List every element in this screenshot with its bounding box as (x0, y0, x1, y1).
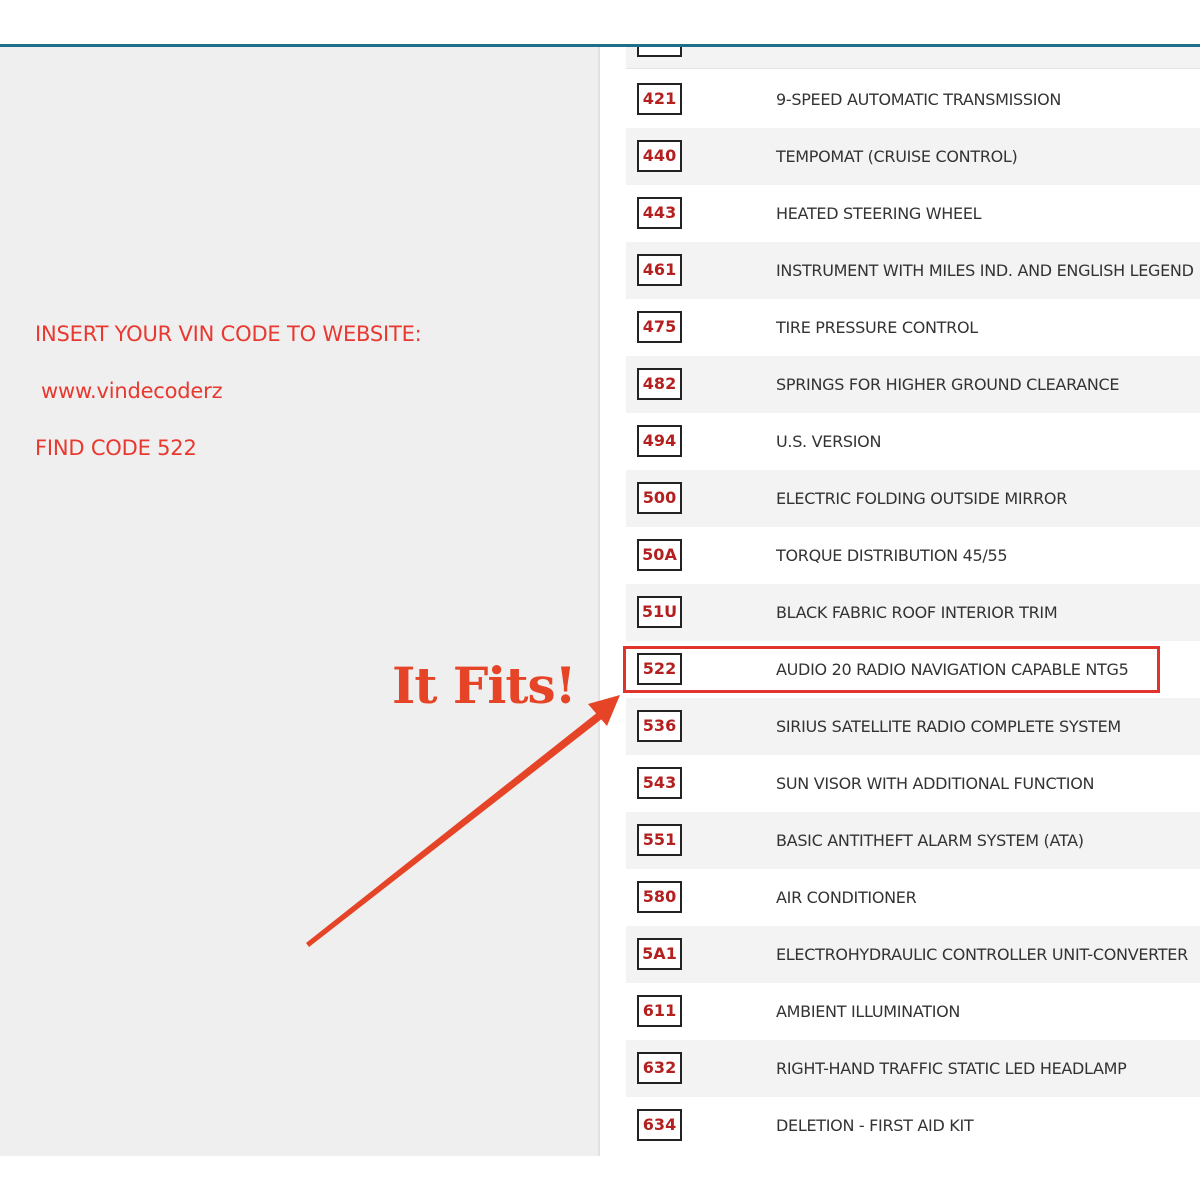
option-code-badge: 475 (637, 311, 682, 343)
option-description: TEMPOMAT (CRUISE CONTROL) (776, 147, 1018, 166)
bottom-margin (0, 1156, 1200, 1200)
instruction-insert-vin: INSERT YOUR VIN CODE TO WEBSITE: (35, 322, 422, 346)
option-description: SUN VISOR WITH ADDITIONAL FUNCTION (776, 774, 1095, 793)
option-description: BLACK FABRIC ROOF INTERIOR TRIM (776, 603, 1058, 622)
table-row: 494 U.S. VERSION (626, 413, 1200, 470)
option-description: TIRE PRESSURE CONTROL (776, 318, 978, 337)
table-row: 440 TEMPOMAT (CRUISE CONTROL) (626, 128, 1200, 185)
option-code-badge: 50A (637, 539, 682, 571)
option-description: U.S. VERSION (776, 432, 882, 451)
option-code-badge: 494 (637, 425, 682, 457)
instruction-website: www.vindecoderz (41, 379, 223, 403)
option-code-badge: 482 (637, 368, 682, 400)
option-code-badge: 634 (637, 1109, 682, 1141)
option-description: SPRINGS FOR HIGHER GROUND CLEARANCE (776, 375, 1120, 394)
table-row: 632 RIGHT-HAND TRAFFIC STATIC LED HEADLAM… (626, 1040, 1200, 1097)
option-code-badge: 421 (637, 83, 682, 115)
option-code-badge: 500 (637, 482, 682, 514)
top-bar (0, 0, 1200, 44)
table-row: 551 BASIC ANTITHEFT ALARM SYSTEM (ATA) (626, 812, 1200, 869)
option-code-table: 421 9-SPEED AUTOMATIC TRANSMISSION 440 TEMP… (626, 47, 1200, 1156)
option-description: ELECTROHYDRAULIC CONTROLLER UNIT-CONVERT… (776, 945, 1188, 964)
option-description: DELETION - FIRST AID KIT (776, 1116, 974, 1135)
table-row: 5A1 ELECTROHYDRAULIC CONTROLLER UNIT-CONV… (626, 926, 1200, 983)
table-row: 634 DELETION - FIRST AID KIT (626, 1097, 1200, 1154)
table-row: 500 ELECTRIC FOLDING OUTSIDE MIRROR (626, 470, 1200, 527)
it-fits-label: It Fits! (392, 656, 577, 715)
table-row: 580 AIR CONDITIONER (626, 869, 1200, 926)
option-description: 9-SPEED AUTOMATIC TRANSMISSION (776, 90, 1062, 109)
option-code-badge: 536 (637, 710, 682, 742)
table-row: 50A TORQUE DISTRIBUTION 45/55 (626, 527, 1200, 584)
option-description: SIRIUS SATELLITE RADIO COMPLETE SYSTEM (776, 717, 1121, 736)
option-description: HEATED STEERING WHEEL (776, 204, 982, 223)
option-code-badge: 51U (637, 596, 682, 628)
option-code-badge: 440 (637, 140, 682, 172)
option-code-badge: 551 (637, 824, 682, 856)
option-description: BASIC ANTITHEFT ALARM SYSTEM (ATA) (776, 831, 1084, 850)
option-description: AMBIENT ILLUMINATION (776, 1002, 961, 1021)
table-row: 461 INSTRUMENT WITH MILES IND. AND ENGLIS… (626, 242, 1200, 299)
highlight-box-code-522 (623, 646, 1160, 693)
option-code-badge: 611 (637, 995, 682, 1027)
partial-code-box (637, 47, 682, 57)
instructions-panel (0, 47, 598, 1156)
table-row: 611 AMBIENT ILLUMINATION (626, 983, 1200, 1040)
table-row: 482 SPRINGS FOR HIGHER GROUND CLEARANCE (626, 356, 1200, 413)
table-row: 443 HEATED STEERING WHEEL (626, 185, 1200, 242)
table-row: 543 SUN VISOR WITH ADDITIONAL FUNCTION (626, 755, 1200, 812)
table-row: 536 SIRIUS SATELLITE RADIO COMPLETE SYSTE… (626, 698, 1200, 755)
option-description: RIGHT-HAND TRAFFIC STATIC LED HEADLAMP (776, 1059, 1127, 1078)
option-description: AIR CONDITIONER (776, 888, 917, 907)
option-code-badge: 632 (637, 1052, 682, 1084)
option-description: ELECTRIC FOLDING OUTSIDE MIRROR (776, 489, 1068, 508)
table-row: 475 TIRE PRESSURE CONTROL (626, 299, 1200, 356)
option-code-badge: 580 (637, 881, 682, 913)
table-row: 51U BLACK FABRIC ROOF INTERIOR TRIM (626, 584, 1200, 641)
option-description: TORQUE DISTRIBUTION 45/55 (776, 546, 1008, 565)
partial-table-row (626, 47, 1200, 69)
option-code-badge: 461 (637, 254, 682, 286)
option-code-badge: 5A1 (637, 938, 682, 970)
option-code-badge: 443 (637, 197, 682, 229)
table-row: 421 9-SPEED AUTOMATIC TRANSMISSION (626, 71, 1200, 128)
option-description: INSTRUMENT WITH MILES IND. AND ENGLISH L… (776, 261, 1194, 280)
option-code-badge: 543 (637, 767, 682, 799)
panel-divider (598, 47, 600, 1156)
instruction-find-code: FIND CODE 522 (35, 436, 197, 460)
